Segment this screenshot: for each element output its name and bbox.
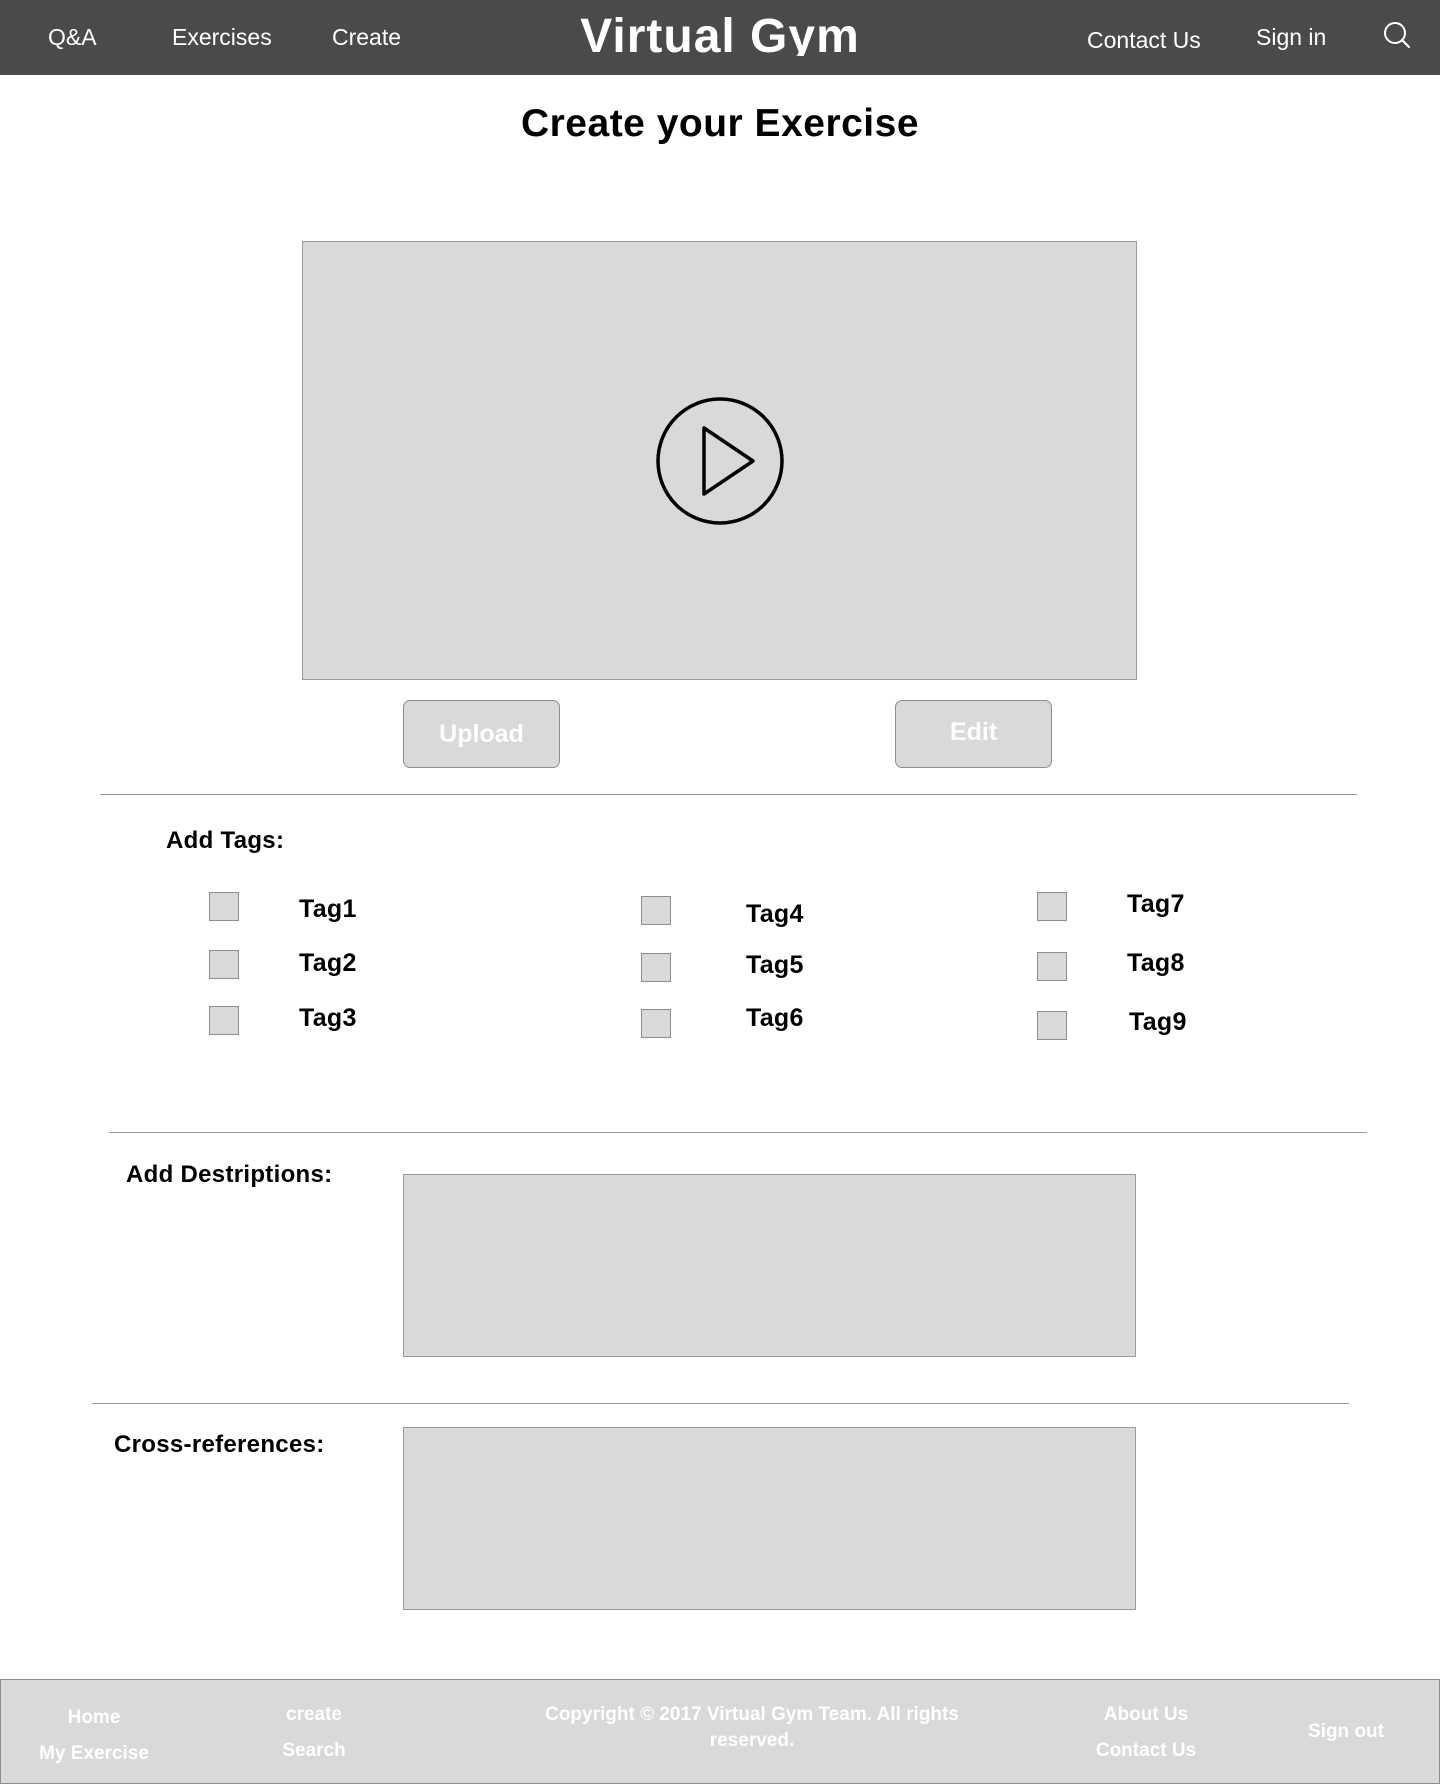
footer-my-exercise-link[interactable]: My Exercise [30, 1743, 158, 1765]
nav-sign-in-link[interactable]: Sign in [1256, 24, 1326, 50]
cross-references-label: Cross-references: [114, 1431, 325, 1458]
search-button[interactable] [1381, 20, 1413, 52]
nav-contact-us-link[interactable]: Contact Us [1087, 27, 1201, 53]
footer-search-link[interactable]: Search [254, 1740, 374, 1762]
tag4-label: Tag4 [746, 900, 804, 928]
tag5-checkbox[interactable] [641, 953, 671, 982]
tag5-label: Tag5 [746, 951, 804, 979]
description-textarea[interactable] [403, 1174, 1136, 1357]
tag2-checkbox[interactable] [209, 950, 239, 979]
edit-button[interactable]: Edit [895, 700, 1052, 768]
add-tags-label: Add Tags: [166, 827, 285, 854]
tag1-checkbox[interactable] [209, 892, 239, 921]
tag8-checkbox[interactable] [1037, 952, 1067, 981]
tag3-checkbox[interactable] [209, 1006, 239, 1035]
tag4-checkbox[interactable] [641, 896, 671, 925]
footer-create-link[interactable]: create [254, 1704, 374, 1726]
tag6-checkbox[interactable] [641, 1009, 671, 1038]
tag7-label: Tag7 [1127, 890, 1185, 918]
tag7-checkbox[interactable] [1037, 892, 1067, 921]
play-circle-icon [656, 397, 784, 525]
upload-button[interactable]: Upload [403, 700, 560, 768]
footer-sign-out-link[interactable]: Sign out [1286, 1721, 1406, 1743]
footer-about-us-link[interactable]: About Us [1076, 1704, 1216, 1726]
tag6-label: Tag6 [746, 1004, 804, 1032]
tag3-label: Tag3 [299, 1004, 357, 1032]
tag9-checkbox[interactable] [1037, 1011, 1067, 1040]
add-descriptions-label: Add Destriptions: [126, 1161, 333, 1188]
divider [92, 1403, 1349, 1404]
tag1-label: Tag1 [299, 895, 357, 923]
page-title: Create your Exercise [520, 102, 920, 145]
play-button[interactable] [655, 396, 785, 526]
footer-copyright: Copyright © 2017 Virtual Gym Team. All r… [545, 1704, 959, 1751]
tag2-label: Tag2 [299, 949, 357, 977]
divider [109, 1132, 1367, 1133]
brand-logo[interactable]: Virtual Gym [0, 10, 1440, 56]
footer-home-link[interactable]: Home [30, 1707, 158, 1729]
tag8-label: Tag8 [1127, 949, 1185, 977]
divider [100, 794, 1357, 795]
cross-references-textarea[interactable] [403, 1427, 1136, 1610]
search-icon [1384, 22, 1411, 49]
footer-contact-us-link[interactable]: Contact Us [1076, 1740, 1216, 1762]
tag9-label: Tag9 [1129, 1008, 1187, 1036]
